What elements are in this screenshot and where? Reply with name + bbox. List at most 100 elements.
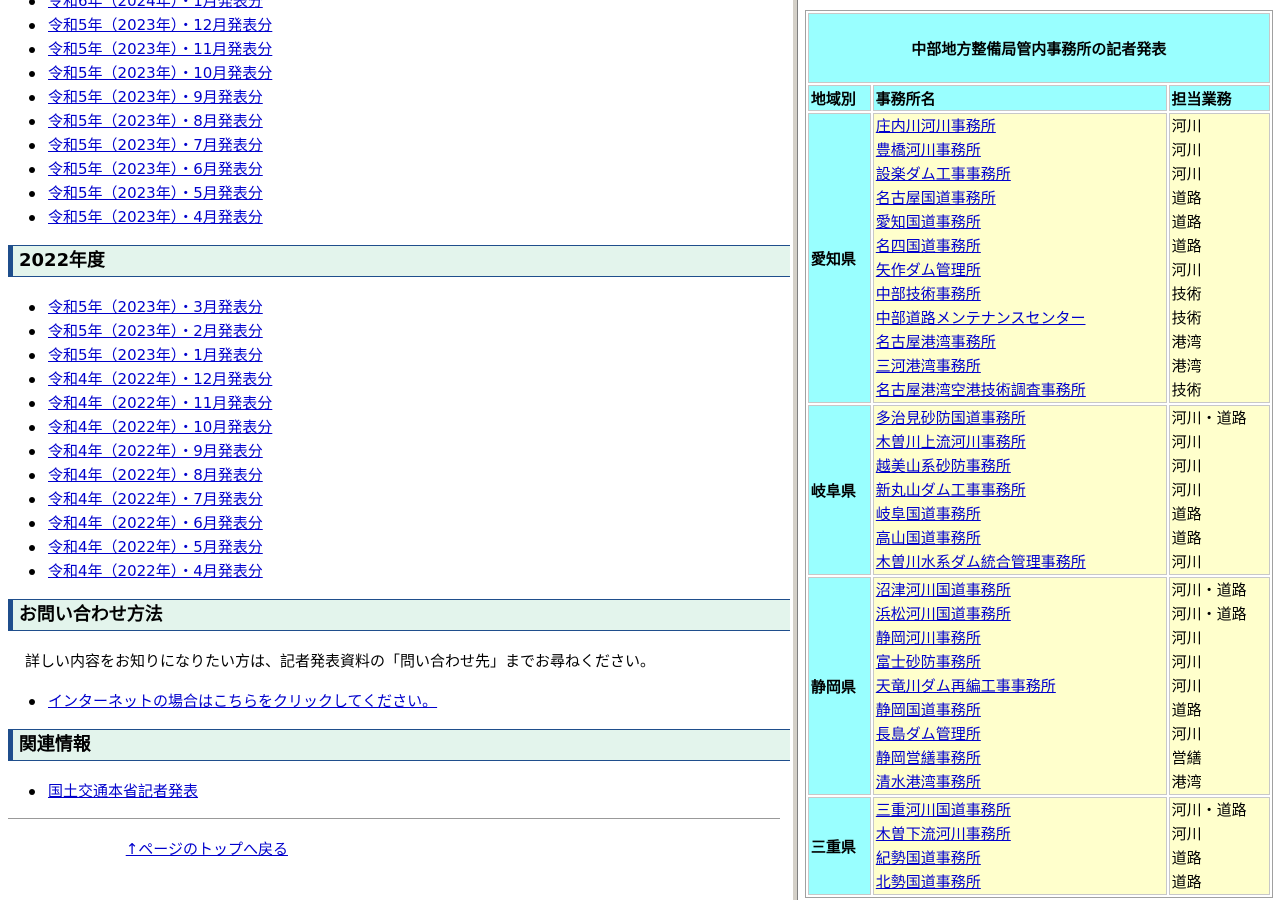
office-link[interactable]: 富士砂防事務所 [876, 650, 1164, 674]
list-item: 国土交通本省記者発表 [0, 779, 790, 803]
office-link[interactable]: 新丸山ダム工事事務所 [876, 478, 1164, 502]
press-list-2022: 令和5年（2023年）・3月発表分 令和5年（2023年）・2月発表分 令和5年（2… [0, 295, 790, 583]
list-item: 令和6年（2024年）・1月発表分 [0, 0, 790, 13]
header-duty: 担当業務 [1168, 85, 1270, 111]
list-item: 令和5年（2023年）・2月発表分 [0, 319, 790, 343]
month-press-link[interactable]: 令和5年（2023年）・10月発表分 [48, 64, 272, 82]
month-press-link[interactable]: 令和5年（2023年）・9月発表分 [48, 88, 263, 106]
office-link[interactable]: 矢作ダム管理所 [876, 258, 1164, 282]
duty-label: 港湾 [1171, 333, 1202, 351]
duty-label: 河川 [1171, 117, 1202, 135]
list-item: 令和5年（2023年）・12月発表分 [0, 13, 790, 37]
office-link[interactable]: 多治見砂防国道事務所 [876, 406, 1164, 430]
office-link[interactable]: 名古屋港湾空港技術調査事務所 [876, 378, 1164, 402]
duty-label: 道路 [1171, 849, 1202, 867]
month-press-link[interactable]: 令和4年（2022年）・8月発表分 [48, 466, 263, 484]
duty-label: 河川 [1171, 629, 1202, 647]
list-item: 令和5年（2023年）・8月発表分 [0, 109, 790, 133]
month-press-link[interactable]: 令和5年（2023年）・2月発表分 [48, 322, 263, 340]
list-item: 令和5年（2023年）・6月発表分 [0, 157, 790, 181]
office-link[interactable]: 北勢国道事務所 [876, 870, 1164, 894]
duty-label: 道路 [1171, 213, 1202, 231]
month-press-link[interactable]: 令和4年（2022年）・6月発表分 [48, 514, 263, 532]
office-link[interactable]: 三河港湾事務所 [876, 354, 1164, 378]
press-list-2023: 令和6年（2024年）・1月発表分令和5年（2023年）・12月発表分 令和5年（… [0, 0, 790, 229]
office-link[interactable]: 中部道路メンテナンスセンター [876, 306, 1164, 330]
month-press-link[interactable]: 令和5年（2023年）・12月発表分 [48, 16, 272, 34]
month-press-link[interactable]: 令和5年（2023年）・8月発表分 [48, 112, 263, 130]
month-press-link[interactable]: 令和6年（2024年）・1月発表分 [48, 0, 263, 10]
office-link[interactable]: 名古屋港湾事務所 [876, 330, 1164, 354]
month-press-link[interactable]: 令和5年（2023年）・5月発表分 [48, 184, 263, 202]
table-row: 三重県 三重河川国道事務所 木曽下流河川事務所 紀勢国道事務所 北勢国道事務所 河川・道路… [808, 797, 1270, 895]
duty-label: 河川・道路 [1171, 801, 1247, 819]
office-link[interactable]: 豊橋河川事務所 [876, 138, 1164, 162]
list-item: 令和5年（2023年）・1月発表分 [0, 343, 790, 367]
office-link[interactable]: 愛知国道事務所 [876, 210, 1164, 234]
office-link[interactable]: 中部技術事務所 [876, 282, 1164, 306]
list-item: 令和5年（2023年）・3月発表分 [0, 295, 790, 319]
office-link[interactable]: 設楽ダム工事事務所 [876, 162, 1164, 186]
mlit-press-link[interactable]: 国土交通本省記者発表 [48, 782, 198, 800]
office-link[interactable]: 越美山系砂防事務所 [876, 454, 1164, 478]
contact-text: 詳しい内容をお知りになりたい方は、記者発表資料の「問い合わせ先」までお尋ねくださ… [25, 652, 656, 670]
month-press-link[interactable]: 令和5年（2023年）・7月発表分 [48, 136, 263, 154]
list-item: 令和5年（2023年）・10月発表分 [0, 61, 790, 85]
office-link[interactable]: 浜松河川国道事務所 [876, 602, 1164, 626]
duty-label: 河川 [1171, 677, 1202, 695]
month-press-link[interactable]: 令和5年（2023年）・1月発表分 [48, 346, 263, 364]
office-link[interactable]: 庄内川河川事務所 [876, 114, 1164, 138]
month-press-link[interactable]: 令和4年（2022年）・12月発表分 [48, 370, 272, 388]
duty-label: 河川・道路 [1171, 581, 1247, 599]
month-press-link[interactable]: 令和4年（2022年）・5月発表分 [48, 538, 263, 556]
office-link[interactable]: 名四国道事務所 [876, 234, 1164, 258]
contact-internet-link[interactable]: インターネットの場合はこちらをクリックしてください。 [48, 692, 437, 710]
office-link[interactable]: 静岡営繕事務所 [876, 746, 1164, 770]
office-link[interactable]: 木曽下流河川事務所 [876, 822, 1164, 846]
list-item: 令和4年（2022年）・4月発表分 [0, 559, 790, 583]
office-link[interactable]: 沼津河川国道事務所 [876, 578, 1164, 602]
month-press-link[interactable]: 令和5年（2023年）・4月発表分 [48, 208, 263, 226]
office-link[interactable]: 木曽川水系ダム統合管理事務所 [876, 550, 1164, 574]
office-name-cell: 庄内川河川事務所 豊橋河川事務所 設楽ダム工事事務所 名古屋国道事務所 愛知国道事務所名… [872, 113, 1167, 403]
page-top-link[interactable]: ↑ページのトップへ戻る [126, 838, 288, 860]
office-link[interactable]: 岐阜国道事務所 [876, 502, 1164, 526]
office-link[interactable]: 名古屋国道事務所 [876, 186, 1164, 210]
month-press-link[interactable]: 令和5年（2023年）・11月発表分 [48, 40, 272, 58]
month-press-link[interactable]: 令和5年（2023年）・6月発表分 [48, 160, 263, 178]
main-content: 令和6年（2024年）・1月発表分 令和5年（2023年）・12月発表分 令和5年（… [0, 0, 792, 900]
month-press-link[interactable]: 令和4年（2022年）・4月発表分 [48, 562, 263, 580]
month-press-link[interactable]: 令和4年（2022年）・11月発表分 [48, 394, 272, 412]
office-link[interactable]: 天竜川ダム再編工事事務所 [876, 674, 1164, 698]
duty-label: 河川 [1171, 653, 1202, 671]
duty-label: 技術 [1171, 309, 1202, 327]
table-row: 岐阜県 多治見砂防国道事務所 木曽川上流河川事務所 越美山系砂防事務所 新丸山ダム工事事… [808, 405, 1270, 575]
month-press-link[interactable]: 令和4年（2022年）・9月発表分 [48, 442, 263, 460]
duty-label: 道路 [1171, 505, 1202, 523]
duty-label: 港湾 [1171, 357, 1202, 375]
office-link[interactable]: 高山国道事務所 [876, 526, 1164, 550]
month-press-link[interactable]: 令和4年（2022年）・10月発表分 [48, 418, 272, 436]
duty-label: 道路 [1171, 873, 1202, 891]
list-item: 令和4年（2022年）・6月発表分 [0, 511, 790, 535]
office-link[interactable]: 木曽川上流河川事務所 [876, 430, 1164, 454]
month-press-link[interactable]: 令和4年（2022年）・7月発表分 [48, 490, 263, 508]
list-item: 令和4年（2022年）・5月発表分 [0, 535, 790, 559]
list-item: 令和4年（2022年）・7月発表分 [0, 487, 790, 511]
office-link[interactable]: 静岡国道事務所 [876, 698, 1164, 722]
list-item: 令和5年（2023年）・5月発表分 [0, 181, 790, 205]
office-link[interactable]: 清水港湾事務所 [876, 770, 1164, 794]
header-region: 地域別 [808, 85, 871, 111]
duty-label: 河川 [1171, 141, 1202, 159]
list-item: インターネットの場合はこちらをクリックしてください。 [0, 689, 790, 713]
duty-label: 河川 [1171, 457, 1202, 475]
duty-label: 道路 [1171, 529, 1202, 547]
month-press-link[interactable]: 令和5年（2023年）・3月発表分 [48, 298, 263, 316]
office-frame: 中部地方整備局管内事務所の記者発表 地域別 事務所名 担当業務 愛知県 庄内川河川… [798, 0, 1284, 900]
office-link[interactable]: 紀勢国道事務所 [876, 846, 1164, 870]
office-link[interactable]: 長島ダム管理所 [876, 722, 1164, 746]
table-row: 静岡県 沼津河川国道事務所 浜松河川国道事務所 静岡河川事務所 富士砂防事務所 天竜川ダム… [808, 577, 1270, 795]
office-link[interactable]: 三重河川国道事務所 [876, 798, 1164, 822]
office-link[interactable]: 静岡河川事務所 [876, 626, 1164, 650]
duty-label: 河川 [1171, 481, 1202, 499]
